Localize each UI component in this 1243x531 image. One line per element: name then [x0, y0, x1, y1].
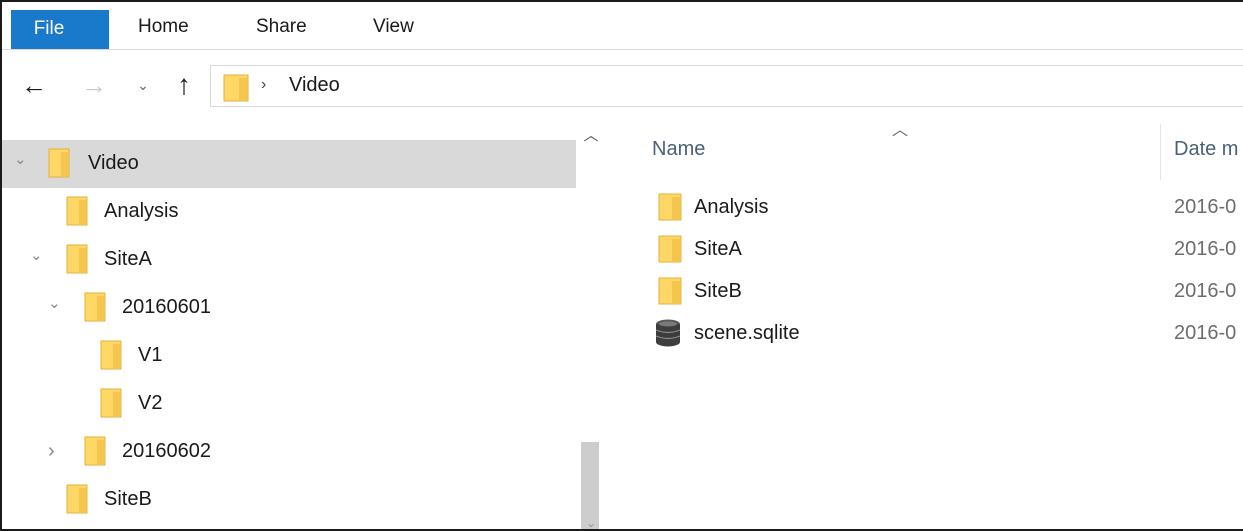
folder-icon: [658, 235, 682, 263]
scroll-down-icon[interactable]: ⌄: [582, 516, 600, 529]
list-item-siteb[interactable]: SiteB 2016-0: [608, 270, 1243, 312]
arrow-left-icon: ←: [21, 69, 47, 100]
folder-icon: [223, 74, 249, 102]
chevron-down-icon[interactable]: ⌄: [48, 294, 61, 312]
list-item-analysis[interactable]: Analysis 2016-0: [608, 186, 1243, 228]
up-button[interactable]: ↑: [166, 66, 202, 104]
tree-item-v1[interactable]: V1: [2, 332, 576, 380]
navigation-pane: ⌄ Video Analysis ⌄ SiteA ⌄ 20160601 V1 V…: [2, 116, 604, 529]
arrow-up-icon: ↑: [177, 69, 191, 100]
chevron-down-icon[interactable]: ⌄: [14, 150, 27, 168]
list-item-sitea[interactable]: SiteA 2016-0: [608, 228, 1243, 270]
tab-share[interactable]: Share: [252, 8, 311, 54]
breadcrumb-separator: ›: [261, 76, 267, 93]
folder-icon: [658, 193, 682, 221]
column-divider[interactable]: [1160, 124, 1161, 180]
folder-icon: [66, 244, 88, 274]
file-name: SiteA: [694, 238, 742, 260]
file-date: 2016-0: [1174, 196, 1237, 218]
ribbon: File Home Share View: [2, 2, 1243, 50]
chevron-down-icon[interactable]: ⌄: [30, 246, 43, 264]
tree-item-20160601[interactable]: ⌄ 20160601: [2, 284, 576, 332]
arrow-right-icon: →: [81, 69, 107, 100]
recent-locations-button[interactable]: ⌄: [128, 66, 158, 104]
tree-item-label: Video: [88, 152, 139, 174]
file-date: 2016-0: [1174, 238, 1237, 260]
address-bar[interactable]: › Video: [210, 65, 1243, 107]
tree-item-label: V1: [138, 344, 163, 366]
tree-item-video[interactable]: ⌄ Video: [2, 140, 576, 188]
tree-item-siteb[interactable]: SiteB: [2, 476, 576, 524]
file-date: 2016-0: [1174, 322, 1237, 344]
file-name: SiteB: [694, 280, 742, 302]
tree-item-label: SiteB: [104, 488, 152, 510]
forward-button[interactable]: →: [74, 66, 114, 104]
tab-view[interactable]: View: [369, 8, 418, 54]
tree-item-label: 20160602: [122, 440, 211, 462]
folder-icon: [84, 292, 106, 322]
chevron-down-icon: ⌄: [137, 76, 149, 93]
tree-item-sitea[interactable]: ⌄ SiteA: [2, 236, 576, 284]
tree-item-v2[interactable]: V2: [2, 380, 576, 428]
sort-ascending-icon: ︿: [892, 122, 909, 139]
file-list: ︿ Name Date m Analysis 2016-0 SiteA 2016…: [608, 116, 1243, 529]
navigation-scrollbar[interactable]: ︿ ⌄: [578, 116, 604, 529]
explorer-window: File Home Share View ← → ⌄ ↑ › Video ⌄ V…: [0, 0, 1243, 531]
tree-item-label: V2: [138, 392, 163, 414]
column-header-name[interactable]: Name: [652, 138, 705, 161]
scroll-up-icon[interactable]: ︿: [582, 124, 600, 144]
column-header-date-modified[interactable]: Date m: [1174, 138, 1238, 161]
file-name: scene.sqlite: [694, 322, 800, 344]
file-date: 2016-0: [1174, 280, 1237, 302]
chevron-right-icon[interactable]: ›: [48, 440, 55, 463]
tab-home[interactable]: Home: [134, 8, 193, 54]
database-icon: [655, 319, 681, 347]
folder-icon: [48, 148, 70, 178]
folder-icon: [658, 277, 682, 305]
folder-icon: [66, 484, 88, 514]
folder-icon: [100, 388, 122, 418]
tree-item-label: Analysis: [104, 200, 179, 222]
tree-item-20160602[interactable]: › 20160602: [2, 428, 576, 476]
breadcrumb-video[interactable]: Video: [289, 74, 340, 97]
tree-item-analysis[interactable]: Analysis: [2, 188, 576, 236]
tree-item-label: SiteA: [104, 248, 152, 270]
folder-icon: [66, 196, 88, 226]
folder-icon: [100, 340, 122, 370]
column-headers: ︿ Name Date m: [608, 116, 1243, 182]
tab-file[interactable]: File: [11, 10, 109, 49]
list-item-scene-sqlite[interactable]: scene.sqlite 2016-0: [608, 312, 1243, 354]
folder-icon: [84, 436, 106, 466]
tree-item-label: 20160601: [122, 296, 211, 318]
back-button[interactable]: ←: [14, 66, 54, 104]
navigation-bar: ← → ⌄ ↑ › Video: [2, 62, 1243, 108]
file-name: Analysis: [694, 196, 769, 218]
